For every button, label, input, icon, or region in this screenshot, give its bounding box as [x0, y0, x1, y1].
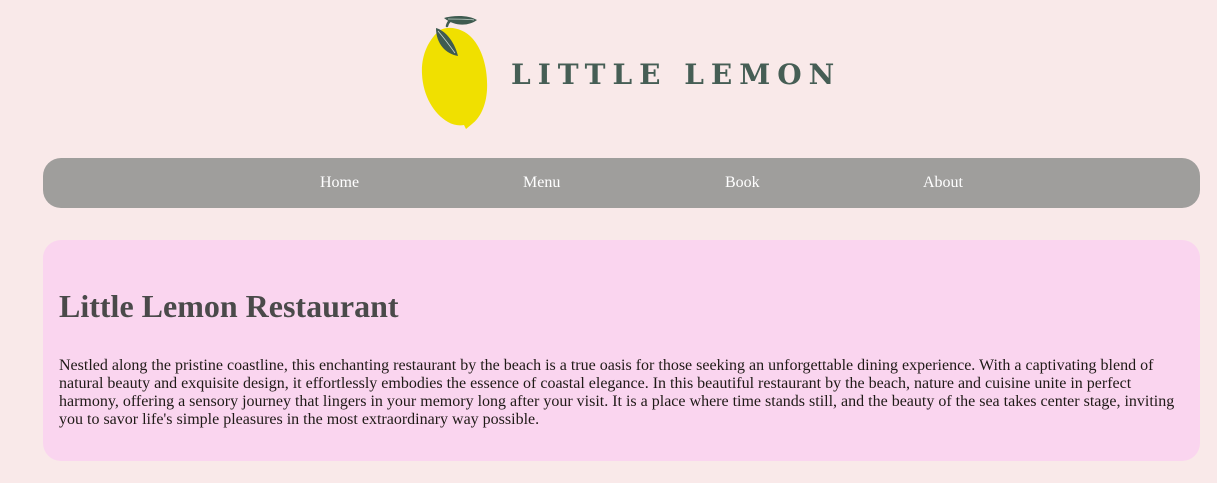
logo[interactable]: LITTLE LEMON	[420, 14, 840, 130]
restaurant-info-card: Little Lemon Restaurant Nestled along th…	[43, 240, 1200, 461]
restaurant-description: Nestled along the pristine coastline, th…	[59, 357, 1175, 428]
nav-link-menu[interactable]: Menu	[523, 173, 560, 192]
nav-link-about[interactable]: About	[923, 173, 963, 192]
nav-link-book[interactable]: Book	[725, 173, 760, 192]
main-navigation: Home Menu Book About	[43, 158, 1200, 208]
lemon-logo-icon	[421, 15, 488, 129]
nav-link-home[interactable]: Home	[320, 173, 359, 192]
restaurant-title: Little Lemon Restaurant	[59, 288, 399, 324]
logo-text: LITTLE LEMON	[511, 58, 842, 91]
